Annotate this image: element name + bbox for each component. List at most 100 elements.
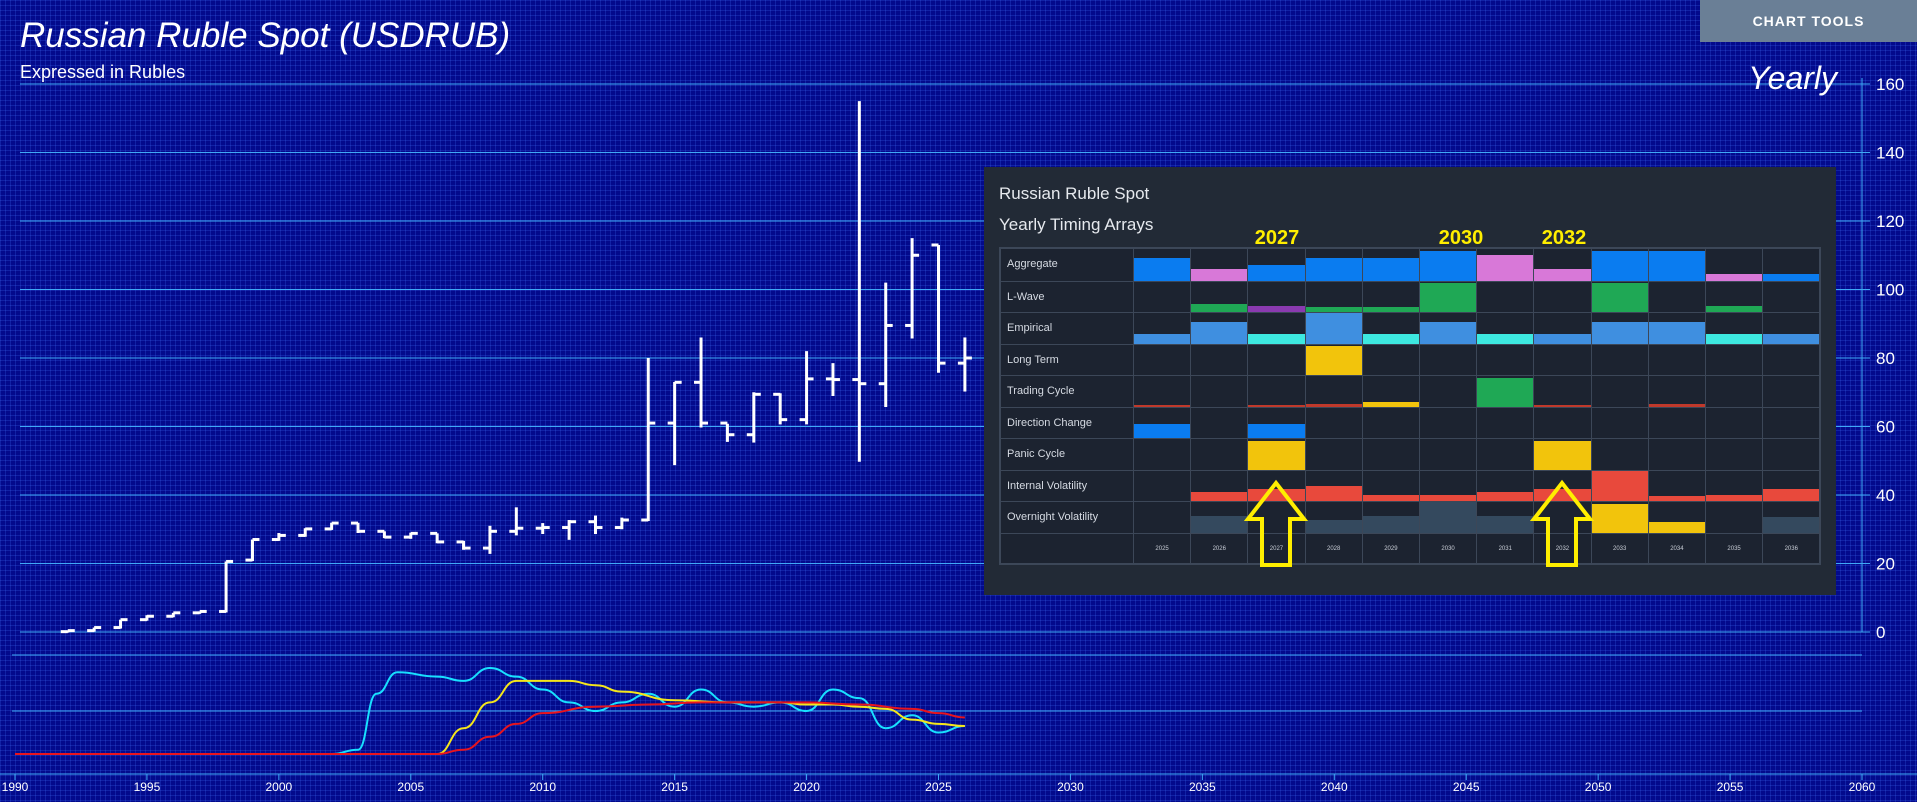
timing-cell (1476, 502, 1534, 533)
timing-bar (1763, 334, 1820, 344)
timing-cell (1190, 439, 1247, 470)
period-label: Yearly (1748, 60, 1837, 96)
timing-cell (1361, 376, 1419, 407)
timing-cell (1361, 249, 1419, 281)
timing-cell (1476, 407, 1533, 438)
timing-cell (1190, 344, 1247, 375)
timing-cell (1247, 376, 1305, 407)
timing-cell (1190, 313, 1248, 344)
timing-cell (1304, 313, 1362, 344)
timing-bar (1477, 515, 1534, 533)
timing-cell (1762, 376, 1819, 407)
timing-cell (1590, 407, 1648, 438)
year-cell: 2026 (1190, 533, 1247, 563)
timing-cell (1419, 313, 1477, 344)
timing-cell (1762, 502, 1820, 533)
timing-cell (1190, 502, 1248, 533)
timing-bar (1248, 334, 1305, 344)
timing-cell (1419, 344, 1476, 375)
timing-cell (1133, 470, 1190, 501)
timing-cell (1133, 439, 1190, 470)
y-tick-label-80: 80 (1876, 349, 1895, 368)
timing-cell (1762, 313, 1820, 344)
timing-cell (1419, 281, 1477, 312)
year-cell: 2033 (1590, 533, 1648, 563)
year-cell: 2031 (1476, 533, 1533, 563)
chart-subtitle: Expressed in Rubles (20, 62, 186, 82)
timing-cell (1133, 502, 1190, 533)
timing-cell (1304, 407, 1362, 438)
timing-cell (1361, 313, 1419, 344)
timing-row-label: Long Term (1007, 353, 1059, 366)
timing-cell (1705, 470, 1763, 501)
timing-bar (1305, 258, 1362, 281)
timing-bar (1534, 269, 1591, 281)
timing-cell (1762, 407, 1819, 438)
timing-cell (1247, 249, 1305, 281)
x-tick-label-2015: 2015 (661, 780, 688, 794)
timing-bar (1420, 502, 1477, 533)
timing-cell (1762, 439, 1819, 470)
panel-title: Russian Ruble Spot (999, 184, 1150, 203)
timing-cell (1190, 407, 1247, 438)
chart-title: Russian Ruble Spot (USDRUB) (20, 16, 511, 55)
timing-bar (1534, 440, 1591, 470)
timing-bar (1534, 334, 1591, 344)
timing-row-label: Direction Change (1007, 416, 1092, 429)
x-tick-label-2020: 2020 (793, 780, 820, 794)
x-tick-label-2035: 2035 (1189, 780, 1216, 794)
timing-cell (1476, 281, 1533, 312)
timing-cell (1361, 281, 1419, 312)
year-label: 2029 (1384, 545, 1398, 552)
timing-cell (1705, 313, 1763, 344)
y-tick-label-0: 0 (1876, 623, 1885, 642)
timing-cell (1190, 376, 1247, 407)
timing-bar (1191, 322, 1248, 344)
year-label: 2036 (1784, 545, 1798, 552)
timing-cell (1476, 376, 1534, 407)
timing-cell (1705, 376, 1762, 407)
timing-cell (1705, 439, 1762, 470)
timing-bar (1706, 334, 1763, 344)
timing-row: Long Term (1001, 343, 1819, 375)
timing-cell (1705, 249, 1763, 281)
timing-cell (1647, 376, 1705, 407)
chart-tools-button[interactable]: CHART TOOLS (1700, 0, 1917, 42)
timing-cell (1361, 502, 1419, 533)
timing-row-label: Overnight Volatility (1007, 511, 1099, 523)
timing-bar (1648, 521, 1705, 533)
timing-bar (1591, 503, 1648, 533)
timing-cell (1647, 502, 1705, 533)
x-tick-label-2000: 2000 (266, 780, 293, 794)
timing-cell (1533, 439, 1591, 470)
timing-cell (1533, 313, 1591, 344)
timing-cell (1419, 502, 1477, 533)
timing-cell (1419, 470, 1477, 501)
year-label: 2030 (1441, 545, 1455, 552)
timing-row-label: Aggregate (1007, 258, 1058, 270)
timing-cell (1190, 470, 1248, 501)
timing-bar (1648, 322, 1705, 344)
timing-cell (1533, 249, 1591, 281)
timing-cell (1590, 439, 1648, 470)
up-arrow-icon (1530, 479, 1594, 567)
up-arrow-icon (1244, 479, 1308, 567)
timing-cell (1590, 313, 1648, 344)
timing-cell (1647, 281, 1705, 312)
year-label: 2028 (1327, 545, 1341, 552)
x-tick-label-2030: 2030 (1057, 780, 1084, 794)
indicator-line-1 (15, 679, 965, 756)
year-label: 2035 (1727, 545, 1741, 552)
timing-cell (1247, 407, 1305, 438)
timing-bar (1763, 517, 1820, 533)
timing-cell (1133, 407, 1191, 438)
timing-bar (1362, 515, 1419, 533)
timing-cell (1647, 344, 1705, 375)
timing-cell (1419, 439, 1476, 470)
timing-arrays-panel: Russian Ruble Spot Yearly Timing Arrays … (984, 167, 1836, 595)
timing-cell (1304, 281, 1362, 312)
timing-cell (1133, 281, 1190, 312)
timing-cell (1476, 470, 1534, 501)
timing-bar (1248, 424, 1305, 438)
timing-cell (1590, 344, 1648, 375)
